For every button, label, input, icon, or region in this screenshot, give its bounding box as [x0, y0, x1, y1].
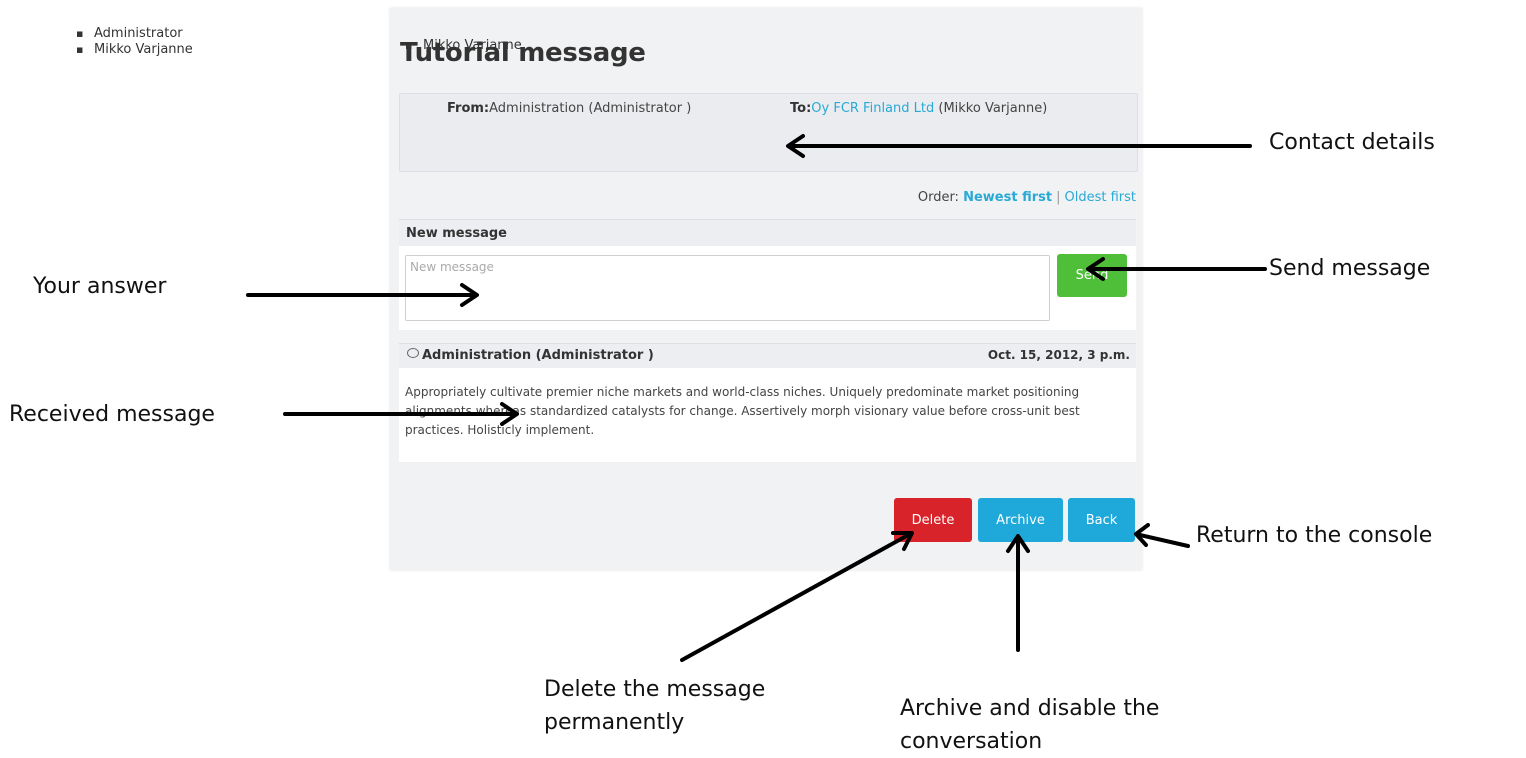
annotation-delete-line1: Delete the message: [544, 677, 766, 702]
to-recipient: Mikko Varjanne: [405, 38, 522, 54]
new-message-input[interactable]: [405, 255, 1050, 321]
to-line: To:Oy FCR Finland Ltd (Mikko Varjanne): [790, 101, 1047, 116]
speech-bubble-icon: [407, 348, 419, 358]
order-oldest-link[interactable]: Oldest first: [1065, 190, 1137, 205]
from-recipient: Administrator: [76, 26, 193, 42]
received-date: Oct. 15, 2012, 3 p.m.: [987, 348, 1130, 362]
to-label: To:: [790, 101, 812, 116]
delete-button[interactable]: Delete: [894, 498, 972, 542]
from-recipients: Administrator Mikko Varjanne: [76, 26, 193, 58]
annotation-archive-line1: Archive and disable the: [900, 696, 1160, 721]
order-label: Order:: [917, 190, 959, 205]
received-sender-name: Administration (Administrator ): [422, 348, 654, 363]
from-line: From:Administration (Administrator ): [447, 101, 691, 116]
received-sender: Administration (Administrator ): [407, 348, 654, 363]
back-button[interactable]: Back: [1068, 498, 1135, 542]
annotation-archive-line2: conversation: [900, 729, 1043, 754]
order-newest-link[interactable]: Newest first: [963, 190, 1052, 205]
annotation-send-message: Send message: [1269, 256, 1431, 281]
annotation-received-message: Received message: [9, 402, 215, 427]
order-control: Order: Newest first | Oldest first: [880, 190, 1136, 205]
annotation-your-answer: Your answer: [33, 274, 167, 299]
to-person: (Mikko Varjanne): [934, 101, 1048, 116]
send-button[interactable]: Send: [1057, 254, 1127, 297]
to-company-link[interactable]: Oy FCR Finland Ltd: [811, 101, 934, 116]
received-message-header: Administration (Administrator ) Oct. 15,…: [399, 343, 1136, 368]
to-recipients: Mikko Varjanne: [405, 38, 522, 54]
return-console-arrow: [1134, 523, 1190, 548]
archive-button[interactable]: Archive: [978, 498, 1063, 542]
contact-details: From:Administration (Administrator ) To:…: [399, 93, 1138, 172]
annotation-delete-line2: permanently: [544, 710, 685, 735]
annotation-delete: Delete the message permanently: [544, 673, 765, 739]
annotation-contact-details: Contact details: [1269, 130, 1435, 155]
received-message-body: Appropriately cultivate premier niche ma…: [399, 368, 1136, 462]
annotation-archive: Archive and disable the conversation: [900, 692, 1159, 758]
order-separator: |: [1056, 190, 1061, 205]
from-label: From:: [447, 101, 490, 116]
annotation-return-console: Return to the console: [1196, 523, 1433, 548]
from-recipient: Mikko Varjanne: [76, 42, 193, 58]
new-message-heading: New message: [406, 226, 507, 241]
from-name: Administration (Administrator ): [489, 101, 692, 116]
new-message-header: New message: [399, 219, 1136, 246]
